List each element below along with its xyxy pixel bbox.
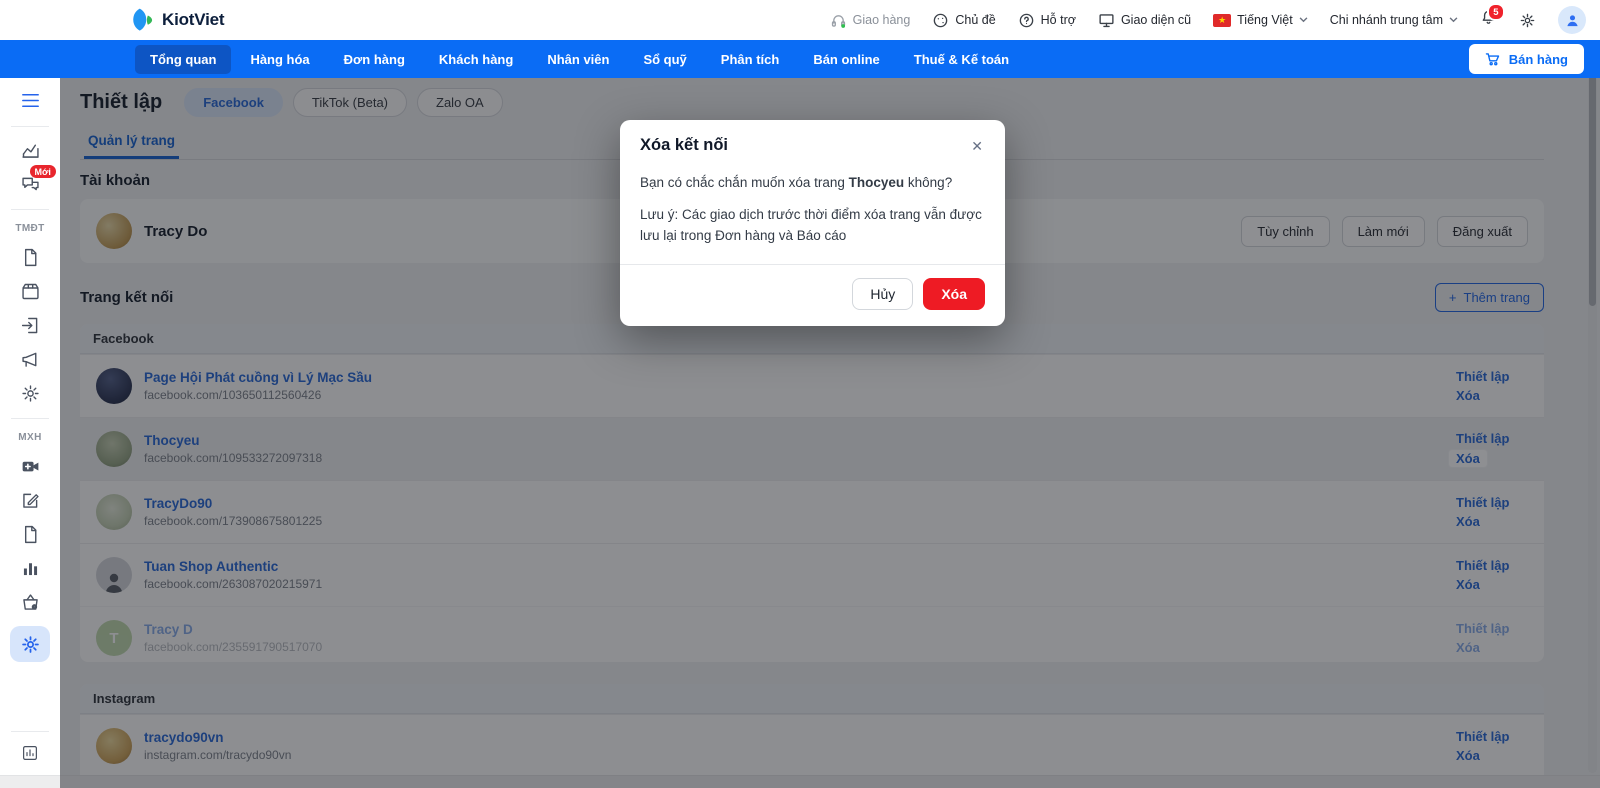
section-label-tmdt: TMĐT <box>15 223 45 234</box>
nav-ban-online[interactable]: Bán online <box>798 45 894 74</box>
document-icon <box>24 248 36 267</box>
sidebar-item-tmdt-marketing[interactable] <box>20 349 41 370</box>
menu-toggle-button[interactable] <box>19 89 42 112</box>
divider <box>11 209 49 210</box>
sidebar-item-mxh-shop[interactable] <box>20 592 41 613</box>
notifications-button[interactable]: 5 <box>1480 3 1505 31</box>
monitor-icon <box>1099 13 1114 27</box>
sidebar-item-mxh-settings-active[interactable] <box>10 626 50 662</box>
sidebar-item-chat[interactable]: Mới <box>20 165 56 195</box>
delete-note: Lưu ý: Các giao dịch trước thời điểm xóa… <box>640 207 982 243</box>
support-menu-item[interactable]: Hỗ trợ <box>1018 12 1076 29</box>
cart-icon <box>1485 53 1499 66</box>
document-icon <box>24 525 36 544</box>
sell-button-label: Bán hàng <box>1508 51 1568 67</box>
video-camera-icon <box>22 461 38 472</box>
main-navbar: Tổng quan Hàng hóa Đơn hàng Khách hàng N… <box>0 40 1600 78</box>
headset-icon <box>831 14 845 28</box>
cancel-button[interactable]: Hủy <box>852 277 914 310</box>
theme-label: Chủ đề <box>955 13 996 27</box>
logo-text: KiotViet <box>162 10 225 29</box>
branch-label: Chi nhánh trung tâm <box>1329 13 1443 27</box>
chevron-down-icon <box>1299 17 1308 23</box>
sidebar-item-tmdt-sync[interactable] <box>20 315 41 336</box>
help-bubble-icon <box>1019 13 1033 27</box>
chevron-down-icon <box>1449 17 1458 23</box>
nav-khach-hang[interactable]: Khách hàng <box>424 45 528 74</box>
sidebar-item-mxh-reports[interactable] <box>20 558 41 579</box>
icon-sidebar: Mới TMĐT MXH <box>0 78 60 788</box>
settings-gear-icon[interactable] <box>1519 12 1536 29</box>
confirm-question: Bạn có chắc chắn muốn xóa trang Thocyeu … <box>640 175 953 190</box>
bar-chart-icon <box>23 563 37 576</box>
close-icon[interactable]: ✕ <box>969 137 985 155</box>
section-label-mxh: MXH <box>18 432 42 443</box>
sidebar-item-tmdt-orders[interactable] <box>20 247 41 268</box>
sidebar-item-dashboard[interactable] <box>20 140 41 161</box>
branch-selector[interactable]: Chi nhánh trung tâm <box>1330 13 1458 27</box>
old-interface-label: Giao diện cũ <box>1120 13 1192 27</box>
modal-title: Xóa kết nối <box>640 136 729 154</box>
delivery-menu-item[interactable]: Giao hàng <box>830 12 911 29</box>
kiotviet-logo: KiotViet <box>130 7 225 33</box>
new-badge: Mới <box>29 165 56 178</box>
gear-icon <box>21 635 39 653</box>
nav-tong-quan[interactable]: Tổng quan <box>135 44 232 74</box>
page-name-bold: Thocyeu <box>848 175 905 190</box>
support-label: Hỗ trợ <box>1040 13 1076 27</box>
sidebar-item-mxh-livestream[interactable] <box>20 456 41 477</box>
nav-don-hang[interactable]: Đơn hàng <box>329 45 420 74</box>
top-header: KiotViet Giao hàng Chủ đề Hỗ trợ Giao di… <box>0 0 1600 40</box>
user-account-button[interactable] <box>1558 6 1586 34</box>
language-label: Tiếng Việt <box>1237 13 1293 27</box>
language-selector[interactable]: ★ Tiếng Việt <box>1213 13 1308 27</box>
divider <box>11 418 49 419</box>
divider <box>11 731 49 732</box>
sidebar-item-tmdt-products[interactable] <box>20 281 41 302</box>
sidebar-item-mxh-posts[interactable] <box>20 490 41 511</box>
sidebar-item-report-box[interactable] <box>21 744 39 762</box>
notification-count-badge: 5 <box>1486 3 1505 21</box>
edit-icon <box>22 493 39 508</box>
old-interface-menu-item[interactable]: Giao diện cũ <box>1098 12 1191 29</box>
delete-connection-modal: Xóa kết nối ✕ Bạn có chắc chắn muốn xóa … <box>620 120 1005 326</box>
confirm-delete-button[interactable]: Xóa <box>923 277 985 310</box>
kiotviet-logo-icon <box>133 8 153 31</box>
nav-thue-ke-toan[interactable]: Thuế & Kế toán <box>899 45 1024 74</box>
basket-gear-icon <box>22 594 38 610</box>
vietnam-flag-icon: ★ <box>1213 13 1232 27</box>
palette-icon <box>934 13 948 27</box>
sell-button[interactable]: Bán hàng <box>1468 44 1584 74</box>
nav-nhan-vien[interactable]: Nhân viên <box>532 45 624 74</box>
delivery-label: Giao hàng <box>852 13 911 27</box>
megaphone-icon <box>21 352 36 367</box>
hamburger-icon <box>21 93 39 108</box>
import-icon <box>21 317 37 334</box>
package-icon <box>21 283 39 300</box>
area-chart-icon <box>21 144 39 158</box>
nav-phan-tich[interactable]: Phân tích <box>706 45 795 74</box>
theme-menu-item[interactable]: Chủ đề <box>932 12 996 29</box>
gear-icon <box>21 385 39 402</box>
nav-hang-hoa[interactable]: Hàng hóa <box>235 45 324 74</box>
sidebar-item-tmdt-settings[interactable] <box>20 383 41 404</box>
divider <box>11 126 49 127</box>
sidebar-item-mxh-orders[interactable] <box>20 524 41 545</box>
report-icon <box>23 746 37 760</box>
user-icon <box>1566 14 1578 26</box>
nav-so-quy[interactable]: Sổ quỹ <box>628 45 701 74</box>
